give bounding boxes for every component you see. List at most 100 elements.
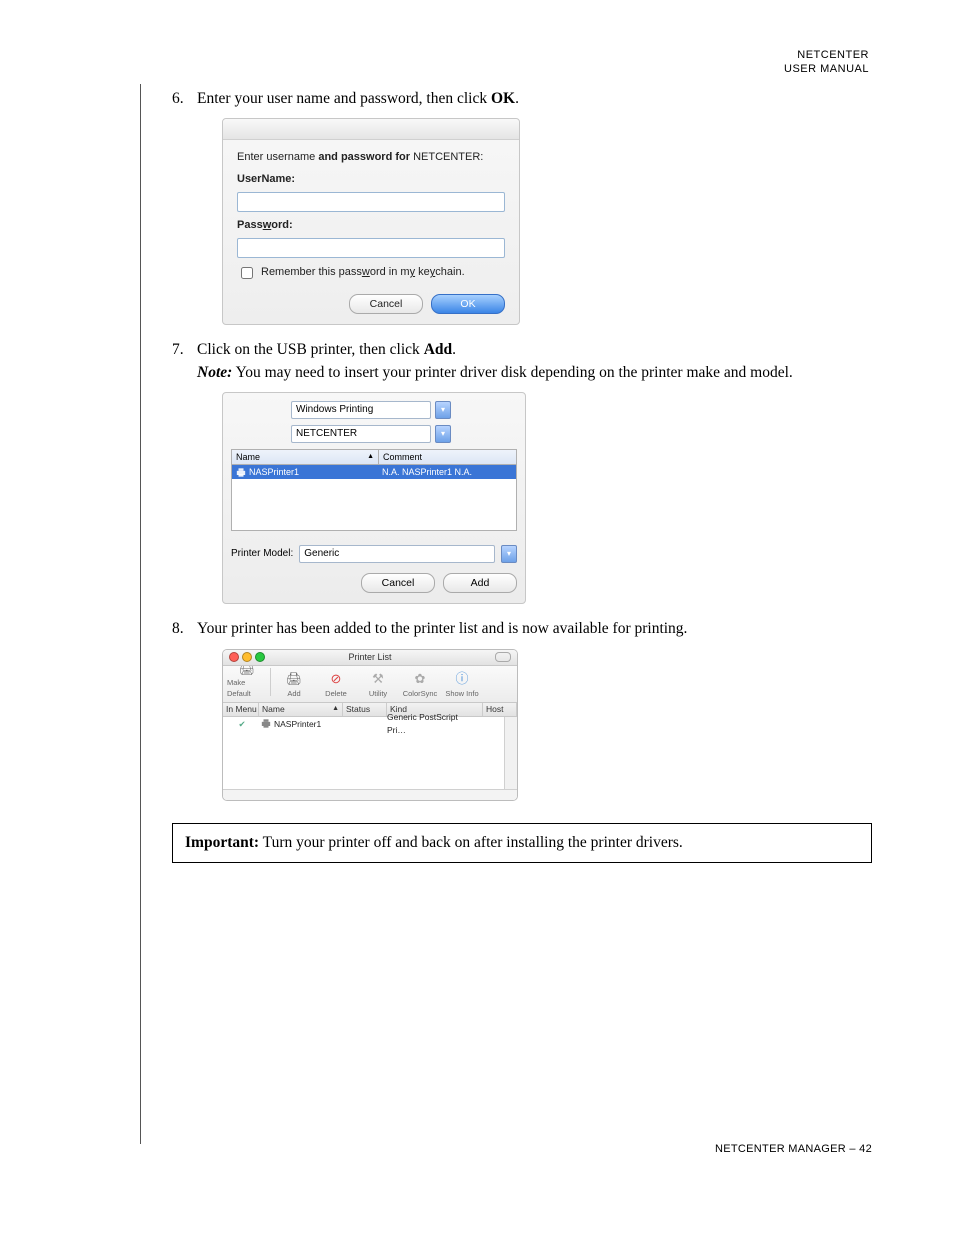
col-inmenu[interactable]: In Menu (223, 703, 259, 716)
printer-list-toolbar: 🖨 Make Default 🖨 Add ⊘ Delete (223, 666, 517, 703)
password-label: Password: (237, 218, 505, 234)
tb-showinfo-label: Show Info (445, 689, 478, 700)
page-footer: NETCENTER MANAGER – 42 (715, 1143, 872, 1155)
printer-model-row: Printer Model: Generic ▾ (231, 545, 517, 563)
printer-list-window: Printer List 🖨 Make Default 🖨 Add (222, 649, 518, 801)
printer-list-titlebar: Printer List (223, 650, 517, 666)
remember-row: Remember this password in my keychain. (237, 264, 505, 282)
add-printer-icon: 🖨 (285, 672, 303, 688)
step-7: 7. Click on the USB printer, then click … (172, 339, 872, 604)
tb-make-default-label: Make Default (227, 678, 267, 700)
auth-prompt-c: NETCENTER: (410, 151, 483, 163)
step-7-number: 7. (172, 339, 184, 361)
colorsync-icon: ✿ (411, 672, 429, 688)
step-6-number: 6. (172, 88, 184, 110)
printer-table: Name ▲ Comment NASPrinter1 N.A. NASPrint… (231, 449, 517, 531)
utility-icon: ⚒ (369, 672, 387, 688)
col-name-header[interactable]: Name ▲ (232, 450, 379, 464)
important-label: Important: (185, 834, 259, 851)
auth-cancel-button[interactable]: Cancel (349, 294, 423, 314)
tb-delete[interactable]: ⊘ Delete (316, 672, 356, 700)
printer-table-header: Name ▲ Comment (232, 450, 516, 465)
rm-b: w (362, 266, 370, 278)
printer-list-scrollbar[interactable] (504, 717, 517, 789)
addprinter-add-button[interactable]: Add (443, 573, 517, 593)
tb-utility-label: Utility (369, 689, 387, 700)
addprinter-cancel-button[interactable]: Cancel (361, 573, 435, 593)
printer-model-caret-icon[interactable]: ▾ (501, 545, 517, 563)
step-6-ok-bold: OK (491, 90, 515, 107)
col-name[interactable]: Name ▲ (259, 703, 343, 716)
tb-add[interactable]: 🖨 Add (274, 672, 314, 700)
rm-g: chain. (435, 266, 464, 278)
important-text: Turn your printer off and back on after … (259, 834, 683, 851)
step-7-line1-a: Click on the USB printer, then click (197, 341, 424, 358)
row-kind: Generic PostScript Pri… (384, 717, 479, 731)
col-name-text: Name (262, 703, 285, 715)
tb-make-default[interactable]: 🖨 Make Default (227, 661, 267, 700)
step-6: 6. Enter your user name and password, th… (172, 88, 872, 325)
printer-model-label: Printer Model: (231, 547, 293, 562)
remember-checkbox[interactable] (241, 267, 253, 279)
combo-workgroup-row: NETCENTER ▾ (291, 425, 517, 443)
toolbar-separator (270, 668, 271, 696)
rm-c: ord in m (370, 266, 410, 278)
header-line2: USER MANUAL (784, 62, 869, 76)
important-callout: Important: Turn your printer off and bac… (172, 823, 872, 863)
auth-dialog: Enter username and password for NETCENTE… (222, 118, 520, 325)
tb-utility[interactable]: ⚒ Utility (358, 672, 398, 700)
username-label: UserName: (237, 172, 505, 188)
step-6-text-a: Enter your user name and password, then … (197, 90, 491, 107)
add-printer-dialog: Windows Printing ▾ NETCENTER ▾ Name ▲ (222, 392, 526, 604)
tb-delete-label: Delete (325, 689, 347, 700)
col-host[interactable]: Host (483, 703, 517, 716)
step-8-number: 8. (172, 618, 184, 640)
col-status[interactable]: Status (343, 703, 387, 716)
info-icon: ⓘ (453, 672, 471, 688)
combo-workgroup[interactable]: NETCENTER (291, 425, 431, 443)
printer-list-title: Printer List (223, 651, 517, 664)
printer-row-selected[interactable]: NASPrinter1 N.A. NASPrinter1 N.A. (232, 465, 516, 479)
tb-colorsync-label: ColorSync (403, 689, 438, 700)
pw-b: w (263, 219, 272, 231)
step-7-note-label: Note: (197, 364, 232, 381)
rm-a: Remember this pass (261, 266, 362, 278)
pw-a: Pass (237, 219, 263, 231)
tb-showinfo[interactable]: ⓘ Show Info (442, 672, 482, 700)
step-7-note-text: You may need to insert your printer driv… (232, 364, 792, 381)
combo-workgroup-caret-icon[interactable]: ▾ (435, 425, 451, 443)
auth-titlebar (223, 119, 519, 140)
col-name-sort-icon: ▲ (332, 704, 339, 714)
content-column: 6. Enter your user name and password, th… (172, 88, 872, 863)
sort-indicator-icon: ▲ (367, 452, 374, 462)
username-input[interactable] (237, 192, 505, 212)
tb-colorsync[interactable]: ✿ ColorSync (400, 672, 440, 700)
col-comment-header[interactable]: Comment (379, 450, 516, 464)
password-input[interactable] (237, 238, 505, 258)
combo-protocol-row: Windows Printing ▾ (291, 401, 517, 419)
toolbar-toggle-icon[interactable] (495, 652, 511, 662)
printer-row-name: NASPrinter1 (249, 466, 299, 479)
row-name: NASPrinter1 (274, 718, 321, 730)
auth-prompt-b: and password for (318, 151, 410, 163)
page-header: NETCENTER USER MANUAL (784, 48, 869, 77)
auth-ok-button[interactable]: OK (431, 294, 505, 314)
step-7-line1-c: . (452, 341, 456, 358)
row-printer-icon (261, 719, 271, 728)
printer-row-comment: N.A. NASPrinter1 N.A. (378, 465, 516, 479)
printer-model-combo[interactable]: Generic (299, 545, 495, 563)
combo-protocol[interactable]: Windows Printing (291, 401, 431, 419)
checkmark-icon: ✔ (238, 718, 245, 730)
step-7-add-bold: Add (424, 341, 452, 358)
printer-list-footer (223, 789, 517, 800)
vertical-margin-rule (140, 84, 141, 1144)
row-status (341, 717, 384, 731)
rm-e: ke (415, 266, 430, 278)
pw-c: ord: (271, 219, 292, 231)
step-8: 8. Your printer has been added to the pr… (172, 618, 872, 800)
remember-label: Remember this password in my keychain. (261, 265, 465, 281)
printer-list-row[interactable]: ✔ NASPrinter1 Generic PostScript Pri… (223, 717, 517, 731)
tb-add-label: Add (287, 689, 300, 700)
auth-prompt-a: Enter username (237, 151, 318, 163)
combo-protocol-caret-icon[interactable]: ▾ (435, 401, 451, 419)
